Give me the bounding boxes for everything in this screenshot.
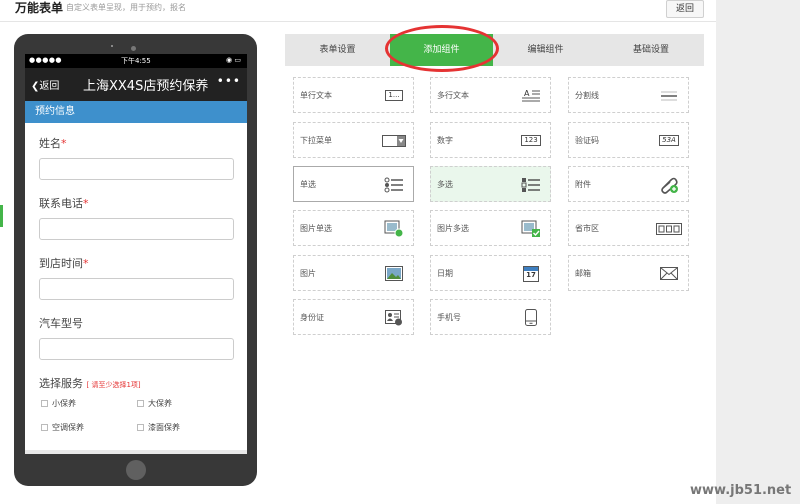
left-accent-bar (0, 205, 3, 227)
component-attachment[interactable]: 附件 (568, 166, 689, 202)
name-input[interactable] (39, 158, 234, 180)
phone-speaker (131, 46, 136, 51)
checkbox[interactable] (41, 400, 48, 407)
tab-form-settings[interactable]: 表单设置 (285, 34, 390, 66)
nav-back-label: 返回 (39, 81, 60, 92)
watermark: www.jb51.net (690, 483, 792, 498)
nav-back-button[interactable]: ❮返回 (31, 77, 59, 92)
component-date[interactable]: 日期 17 (430, 255, 551, 291)
component-single-choice[interactable]: 单选 (293, 166, 414, 202)
page-subtitle: 自定义表单呈现，用于预约，报名 (66, 3, 186, 12)
component-region[interactable]: 省市区 (568, 210, 689, 246)
multi-choice-icon (518, 176, 544, 193)
component-number[interactable]: 数字 123 (430, 122, 551, 158)
single-choice-icon (381, 176, 407, 193)
field-label: 联系电话* (39, 197, 89, 210)
component-dropdown[interactable]: 下拉菜单 (293, 122, 414, 158)
date-icon: 17 (518, 265, 544, 282)
car-model-input[interactable] (39, 338, 234, 360)
right-background (716, 0, 800, 504)
phone-camera (111, 45, 113, 47)
email-icon (656, 265, 682, 282)
image-icon (381, 265, 407, 282)
checkbox[interactable] (41, 424, 48, 431)
service-option[interactable]: 漆面保养 (137, 422, 180, 433)
tab-edit-component[interactable]: 编辑组件 (493, 34, 598, 66)
nav-title: 上海XX4S店预约保养 (83, 79, 209, 94)
field-label: 姓名* (39, 137, 67, 150)
battery-icon: ◉ ▭ (226, 56, 241, 64)
field-label: 到店时间* (39, 257, 89, 270)
attachment-icon (656, 176, 682, 194)
component-id-card[interactable]: 身份证 (293, 299, 414, 335)
service-option[interactable]: 空调保养 (41, 422, 84, 433)
home-button (126, 460, 146, 480)
page-title: 万能表单 (15, 1, 64, 15)
svg-text:A: A (524, 89, 530, 98)
checkbox[interactable] (137, 400, 144, 407)
multi-line-text-icon: A (518, 87, 544, 104)
dropdown-icon (381, 132, 407, 149)
component-divider[interactable]: 分割线 (568, 77, 689, 113)
status-time: 下午4:55 (121, 57, 151, 65)
image-multi-icon (518, 220, 544, 237)
highlight-ring (385, 25, 499, 72)
phone-screen: ●●●●● 下午4:55 ◉ ▭ ❮返回 上海XX4S店预约保养 ••• 预约信… (25, 54, 247, 454)
divider-icon (656, 87, 682, 104)
image-single-icon (381, 220, 407, 237)
component-image[interactable]: 图片 (293, 255, 414, 291)
screen-bottom-bar (25, 450, 247, 454)
component-single-line-text[interactable]: 单行文本 1... (293, 77, 414, 113)
section-header: 预约信息 (25, 101, 247, 123)
tab-basic-settings[interactable]: 基础设置 (598, 34, 704, 66)
back-button[interactable]: 返回 (666, 0, 704, 18)
component-captcha[interactable]: 验证码 53A (568, 122, 689, 158)
service-option[interactable]: 小保养 (41, 398, 76, 409)
component-email[interactable]: 邮箱 (568, 255, 689, 291)
region-icon (656, 220, 682, 237)
phone-input[interactable] (39, 218, 234, 240)
field-label: 选择服务 [ 请至少选择1项] (39, 377, 141, 390)
id-card-icon (381, 309, 407, 326)
number-icon: 123 (518, 132, 544, 149)
phone-nav-bar: ❮返回 上海XX4S店预约保养 ••• (25, 68, 247, 101)
component-mobile[interactable]: 手机号 (430, 299, 551, 335)
status-bar: ●●●●● 下午4:55 ◉ ▭ (25, 54, 247, 68)
signal-icon: ●●●●● (29, 56, 63, 64)
component-image-multi[interactable]: 图片多选 (430, 210, 551, 246)
time-input[interactable] (39, 278, 234, 300)
more-icon[interactable]: ••• (217, 74, 241, 88)
checkbox[interactable] (137, 424, 144, 431)
component-multi-choice[interactable]: 多选 (430, 166, 551, 202)
field-label: 汽车型号 (39, 317, 83, 330)
component-image-single[interactable]: 图片单选 (293, 210, 414, 246)
component-multi-line-text[interactable]: 多行文本 A (430, 77, 551, 113)
service-option[interactable]: 大保养 (137, 398, 172, 409)
page-header: 万能表单 自定义表单呈现，用于预约，报名 返回 (0, 0, 716, 22)
mobile-icon (518, 309, 544, 326)
single-line-text-icon: 1... (381, 87, 407, 104)
service-hint: [ 请至少选择1项] (86, 381, 141, 389)
phone-preview: ●●●●● 下午4:55 ◉ ▭ ❮返回 上海XX4S店预约保养 ••• 预约信… (14, 34, 257, 486)
captcha-icon: 53A (656, 132, 682, 149)
